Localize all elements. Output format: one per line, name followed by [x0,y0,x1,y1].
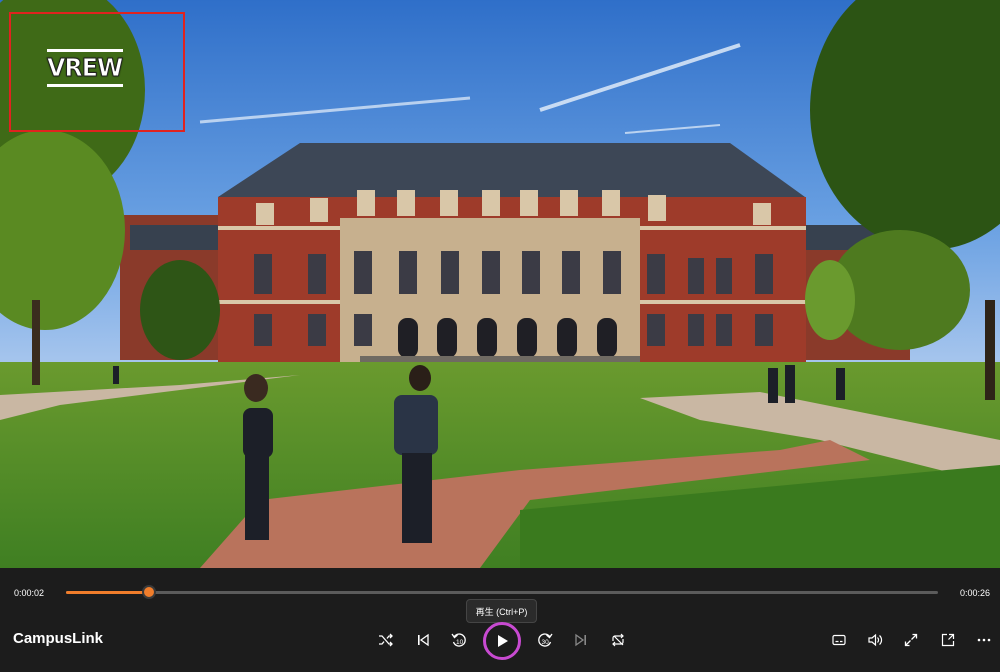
vrew-watermark: VREW [47,45,124,91]
play-icon [498,635,508,647]
seek-bar[interactable] [66,585,938,599]
play-button[interactable] [483,622,521,660]
seek-thumb[interactable] [141,585,156,599]
more-icon [977,638,991,642]
previous-icon [418,633,429,647]
next-button[interactable] [569,628,593,652]
volume-button[interactable] [863,628,887,652]
shuffle-icon [379,633,393,647]
current-time: 0:00:02 [14,588,45,598]
repeat-button[interactable] [606,628,630,652]
previous-button[interactable] [411,628,435,652]
svg-text:30: 30 [542,639,550,646]
seek-progress [66,591,149,594]
play-tooltip: 再生 (Ctrl+P) [466,599,537,623]
mini-player-button[interactable] [936,628,960,652]
forward-30-icon: 30 [538,633,553,647]
mini-player-icon [941,633,955,647]
watermark-text: VREW [47,53,124,83]
forward-button[interactable]: 30 [533,628,557,652]
fullscreen-button[interactable] [899,628,923,652]
rewind-button[interactable]: 10 [447,628,471,652]
video-frame[interactable]: VREW [0,0,1000,568]
media-title: CampusLink [13,630,104,647]
rewind-10-icon: 10 [451,633,466,647]
player-controls: 0:00:02 0:00:26 再生 (Ctrl+P) CampusLink 1… [0,568,1000,672]
more-button[interactable] [972,628,996,652]
volume-icon [868,633,883,647]
subtitles-icon [832,634,846,646]
next-icon [575,633,586,647]
svg-text:10: 10 [456,639,464,646]
total-time: 0:00:26 [959,588,990,598]
fullscreen-icon [904,633,918,647]
shuffle-button[interactable] [374,628,398,652]
subtitles-button[interactable] [827,628,851,652]
repeat-icon [612,633,624,647]
